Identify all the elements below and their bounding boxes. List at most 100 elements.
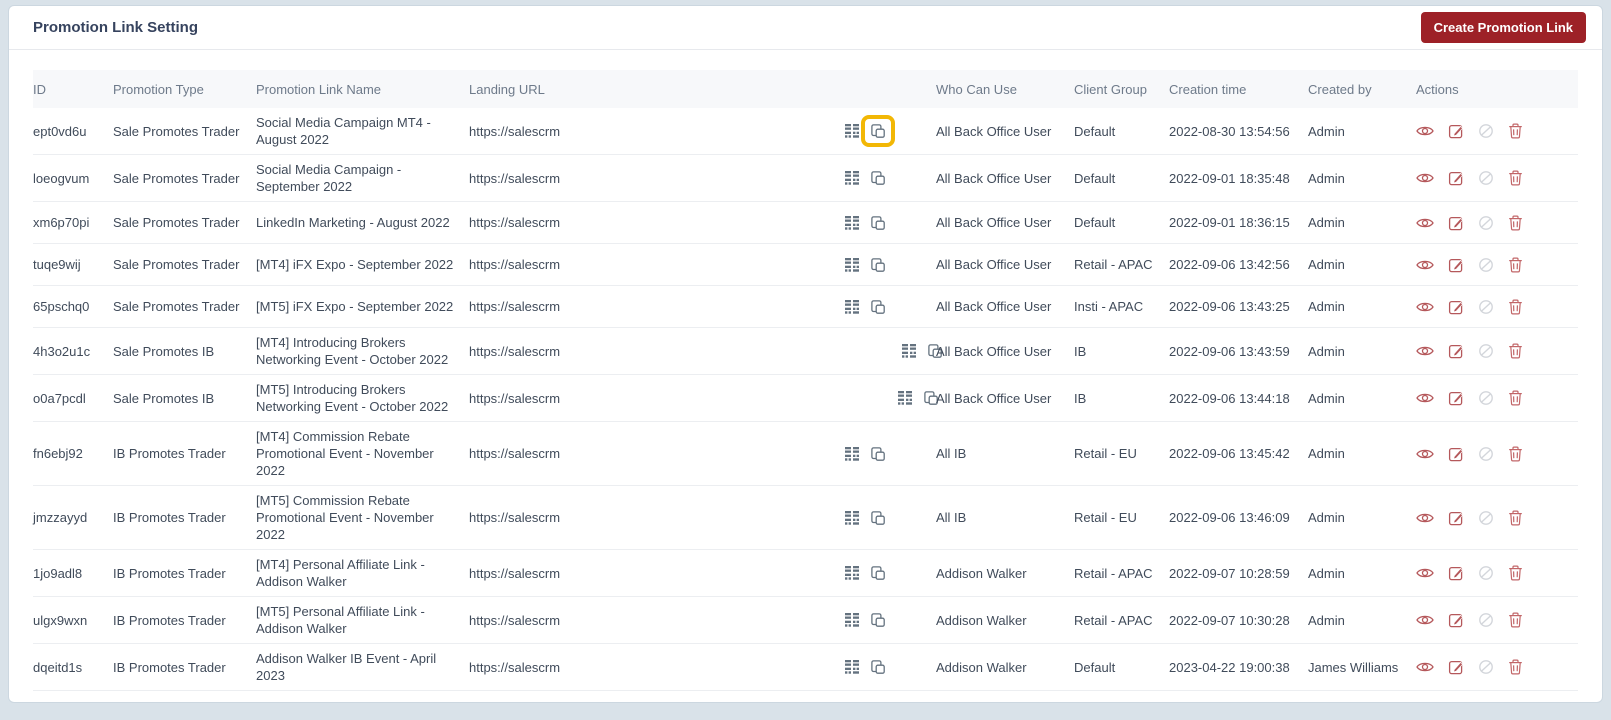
edit-icon[interactable] — [1448, 170, 1464, 186]
cell-created-by: Admin — [1308, 510, 1345, 525]
edit-icon[interactable] — [1448, 299, 1464, 315]
edit-icon[interactable] — [1448, 659, 1464, 675]
qr-code-icon[interactable] — [897, 390, 913, 406]
qr-code-icon[interactable] — [901, 343, 917, 359]
trash-icon[interactable] — [1508, 390, 1523, 406]
landing-url-link[interactable]: https://salescrm — [469, 298, 844, 315]
copy-icon[interactable] — [870, 123, 886, 139]
eye-icon[interactable] — [1416, 300, 1434, 314]
landing-url-link[interactable]: https://salescrm — [469, 445, 844, 462]
table-row: fn6ebj92 IB Promotes Trader [MT4] Commis… — [33, 422, 1578, 486]
trash-icon[interactable] — [1508, 612, 1523, 628]
eye-icon[interactable] — [1416, 124, 1434, 138]
landing-url-link[interactable]: https://salescrm — [469, 509, 844, 526]
trash-icon[interactable] — [1508, 257, 1523, 273]
edit-icon[interactable] — [1448, 390, 1464, 406]
copy-icon[interactable] — [870, 510, 886, 526]
cell-created-by: Admin — [1308, 446, 1345, 461]
cell-actions — [1416, 343, 1578, 359]
copy-icon[interactable] — [870, 299, 886, 315]
eye-icon[interactable] — [1416, 171, 1434, 185]
copy-icon[interactable] — [870, 446, 886, 462]
cell-promotion-type: Sale Promotes Trader — [113, 299, 240, 314]
eye-icon[interactable] — [1416, 613, 1434, 627]
eye-icon[interactable] — [1416, 511, 1434, 525]
cell-who-can-use: Addison Walker — [936, 565, 1027, 581]
edit-icon[interactable] — [1448, 123, 1464, 139]
eye-icon[interactable] — [1416, 344, 1434, 358]
copy-icon[interactable] — [870, 659, 886, 675]
create-promotion-link-button[interactable]: Create Promotion Link — [1420, 12, 1586, 43]
trash-icon[interactable] — [1508, 510, 1523, 526]
trash-icon[interactable] — [1508, 170, 1523, 186]
qr-code-icon[interactable] — [844, 215, 860, 231]
qr-code-icon[interactable] — [844, 612, 860, 628]
copy-icon[interactable] — [870, 565, 886, 581]
landing-url-link[interactable]: https://salescrm — [469, 565, 844, 582]
qr-code-icon[interactable] — [844, 659, 860, 675]
landing-url-link[interactable]: https://salescrm — [469, 343, 844, 360]
trash-icon[interactable] — [1508, 446, 1523, 462]
copy-icon[interactable] — [870, 257, 886, 273]
copy-icon[interactable] — [870, 215, 886, 231]
landing-url-link[interactable]: https://salescrm — [469, 256, 844, 273]
cell-landing-url: https://salescrm — [469, 256, 936, 273]
qr-code-icon[interactable] — [844, 510, 860, 526]
copy-icon-highlight-box — [866, 442, 890, 466]
trash-icon[interactable] — [1508, 299, 1523, 315]
ban-icon — [1478, 123, 1494, 139]
eye-icon[interactable] — [1416, 391, 1434, 405]
copy-icon[interactable] — [870, 612, 886, 628]
trash-icon[interactable] — [1508, 215, 1523, 231]
edit-icon[interactable] — [1448, 215, 1464, 231]
landing-url-link[interactable]: https://salescrm — [469, 390, 844, 407]
landing-url-link[interactable]: https://salescrm — [469, 214, 844, 231]
column-header-actions: Actions — [1416, 81, 1459, 97]
cell-actions — [1416, 510, 1578, 526]
edit-icon[interactable] — [1448, 343, 1464, 359]
cell-creation-time: 2022-09-06 13:45:42 — [1169, 446, 1290, 461]
table-row: o0a7pcdl Sale Promotes IB [MT5] Introduc… — [33, 375, 1578, 422]
table-header-row: ID Promotion Type Promotion Link Name La… — [33, 70, 1578, 108]
cell-promotion-link-name: [MT4] Introducing Brokers Networking Eve… — [256, 335, 449, 367]
qr-code-icon[interactable] — [844, 170, 860, 186]
eye-icon[interactable] — [1416, 447, 1434, 461]
eye-icon[interactable] — [1416, 660, 1434, 674]
qr-code-icon[interactable] — [844, 299, 860, 315]
column-header-promotion-type: Promotion Type — [113, 81, 204, 97]
cell-promotion-type: IB Promotes Trader — [113, 565, 226, 581]
cell-promotion-type: Sale Promotes Trader — [113, 170, 240, 186]
edit-icon[interactable] — [1448, 257, 1464, 273]
eye-icon[interactable] — [1416, 566, 1434, 580]
ban-icon — [1478, 390, 1494, 406]
cell-promotion-link-name: Social Media Campaign - September 2022 — [256, 162, 402, 194]
cell-landing-url: https://salescrm — [469, 343, 942, 360]
cell-promotion-type: Sale Promotes IB — [113, 390, 215, 406]
qr-code-icon[interactable] — [844, 446, 860, 462]
cell-landing-url: https://salescrm — [469, 509, 936, 526]
landing-url-link[interactable]: https://salescrm — [469, 170, 844, 187]
edit-icon[interactable] — [1448, 510, 1464, 526]
landing-url-link[interactable]: https://salescrm — [469, 659, 844, 676]
cell-client-group: Default — [1074, 123, 1116, 139]
trash-icon[interactable] — [1508, 565, 1523, 581]
qr-code-icon[interactable] — [844, 257, 860, 273]
cell-promotion-link-name: [MT5] Introducing Brokers Networking Eve… — [256, 382, 449, 414]
trash-icon[interactable] — [1508, 343, 1523, 359]
edit-icon[interactable] — [1448, 565, 1464, 581]
edit-icon[interactable] — [1448, 612, 1464, 628]
eye-icon[interactable] — [1416, 258, 1434, 272]
qr-code-icon[interactable] — [844, 565, 860, 581]
copy-icon-highlight-box — [861, 115, 895, 147]
cell-promotion-type: IB Promotes Trader — [113, 612, 226, 628]
landing-url-link[interactable]: https://salescrm — [469, 123, 844, 140]
edit-icon[interactable] — [1448, 446, 1464, 462]
cell-who-can-use: All Back Office User — [936, 390, 1052, 406]
trash-icon[interactable] — [1508, 659, 1523, 675]
qr-code-icon[interactable] — [844, 123, 860, 139]
cell-creation-time: 2022-09-01 18:35:48 — [1169, 170, 1290, 186]
copy-icon[interactable] — [870, 170, 886, 186]
trash-icon[interactable] — [1508, 123, 1523, 139]
eye-icon[interactable] — [1416, 216, 1434, 230]
landing-url-link[interactable]: https://salescrm — [469, 612, 844, 629]
